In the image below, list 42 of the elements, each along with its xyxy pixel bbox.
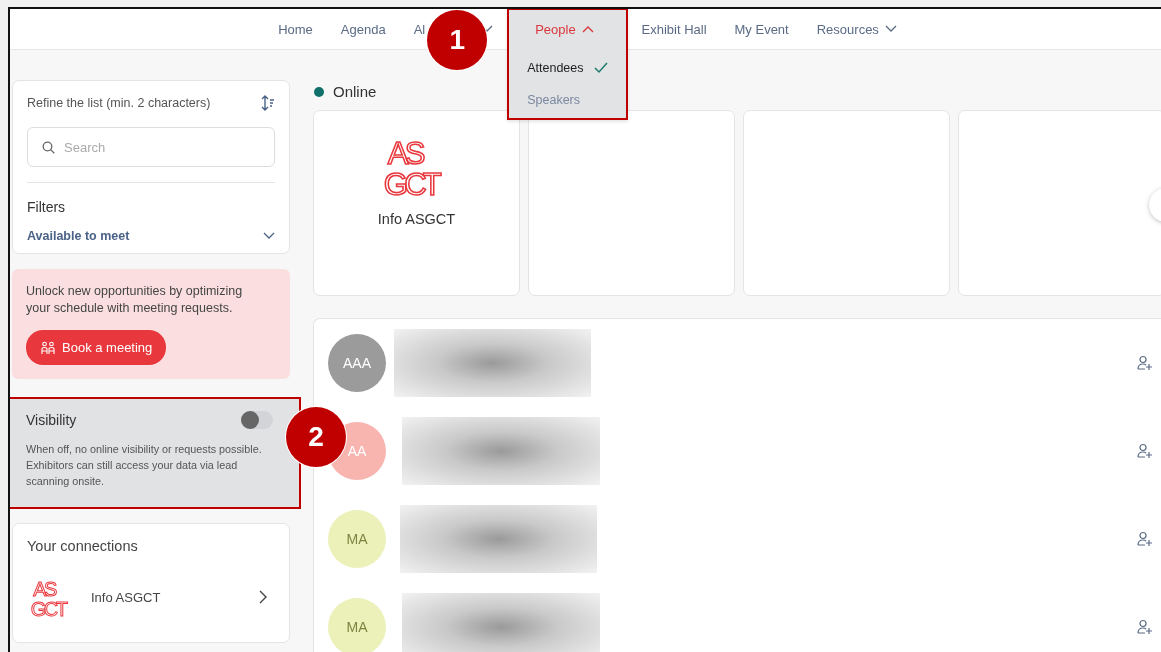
step-number-badge: 1	[427, 10, 488, 70]
search-field[interactable]: Search	[27, 127, 275, 167]
nav-link[interactable]: Home	[264, 9, 327, 49]
nav-link[interactable]: My Event	[720, 9, 803, 49]
sort-icon	[261, 95, 275, 111]
people-icon	[41, 340, 55, 355]
connection-item[interactable]: AS GCT Info ASGCT	[27, 572, 275, 622]
add-contact-button[interactable]	[1137, 531, 1153, 547]
avatar: MA	[328, 598, 386, 652]
chevron-down-icon	[263, 232, 275, 240]
organizer-name: Info ASGCT	[377, 211, 456, 227]
book-meeting-button[interactable]: Book a meeting	[26, 330, 167, 365]
menu-item[interactable]: Attendees	[509, 52, 626, 84]
visibility-toggle[interactable]	[241, 411, 273, 429]
add-contact-button[interactable]	[1137, 355, 1153, 371]
add-contact-button[interactable]	[1137, 443, 1153, 459]
checkmark-icon	[593, 62, 608, 74]
avatar: MA	[328, 510, 386, 568]
nav-link[interactable]: Exhibit Hall	[627, 9, 721, 49]
add-person-icon	[1137, 531, 1153, 547]
add-person-icon	[1137, 355, 1153, 371]
visibility-description: When off, no online visibility or requests possible. Exhibitors can still access your data via lead scanning onsite.	[26, 442, 263, 489]
add-person-icon	[1137, 443, 1153, 459]
organizer-card[interactable]: AS GCT Info ASGCT	[313, 110, 520, 296]
filters-heading: Filters	[27, 199, 67, 215]
filter-dropdown[interactable]: Available to meet	[27, 229, 275, 243]
online-heading: Online	[333, 83, 377, 100]
add-person-icon	[1137, 619, 1153, 635]
visibility-title: Visibility	[26, 412, 77, 428]
search-icon	[42, 141, 55, 154]
chevron-right-icon	[259, 590, 267, 604]
promo-text: Unlock new opportunities by optimizing your schedule with meeting requests.	[26, 283, 244, 317]
logo: AS GCT	[27, 572, 77, 622]
nav-link[interactable]: Agenda	[326, 9, 400, 49]
nav-link[interactable]: People	[509, 10, 626, 48]
nav-link[interactable]: Resources	[802, 9, 911, 49]
refine-label: Refine the list (min. 2 characters)	[27, 96, 211, 110]
status-dot	[314, 86, 324, 97]
logo: AS GCT	[377, 127, 456, 205]
avatar: AAA	[328, 334, 386, 392]
add-contact-button[interactable]	[1137, 619, 1153, 635]
connections-heading: Your connections	[27, 538, 139, 554]
